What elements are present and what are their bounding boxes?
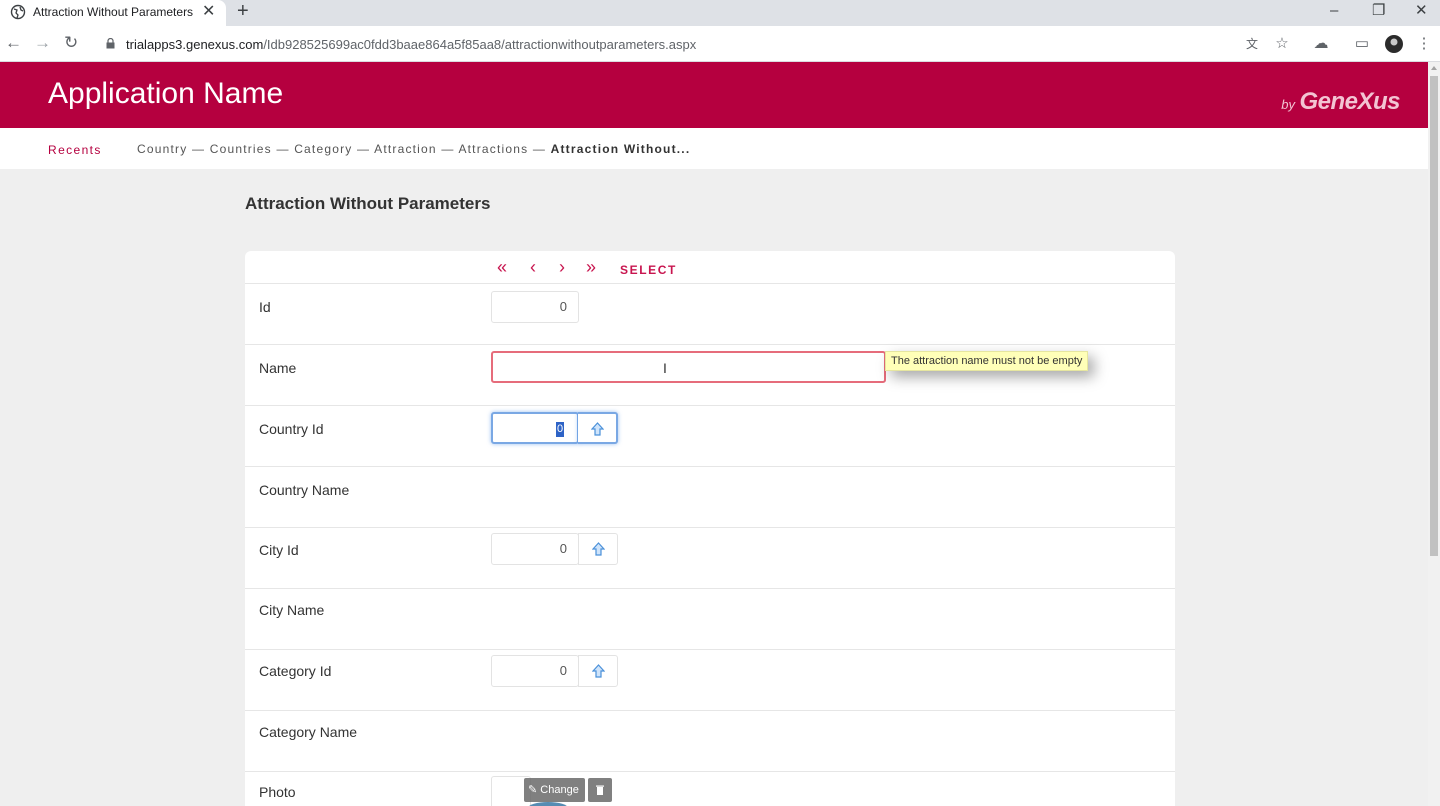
prompt-arrow-icon bbox=[592, 664, 605, 678]
country-id-input[interactable]: 0 bbox=[491, 412, 579, 444]
globe-icon bbox=[10, 4, 26, 20]
breadcrumb-current[interactable]: Attraction Without... bbox=[551, 142, 691, 156]
cast-icon[interactable]: ▭ bbox=[1352, 34, 1372, 54]
url-text: trialapps3.genexus.com/Idb928525699ac0fd… bbox=[126, 37, 696, 52]
row-category-name: Category Name bbox=[245, 711, 1175, 772]
country-prompt-button[interactable] bbox=[578, 412, 618, 444]
browser-toolbar: ← → ↻ trialapps3.genexus.com/Idb92852569… bbox=[0, 26, 1440, 62]
row-city-id: City Id 0 bbox=[245, 528, 1175, 589]
breadcrumb-separator: — bbox=[191, 142, 206, 156]
breadcrumb-countries[interactable]: Countries bbox=[210, 142, 272, 156]
browser-tab[interactable]: Attraction Without Parameters ✕ bbox=[0, 0, 226, 26]
city-prompt-button[interactable] bbox=[578, 533, 618, 565]
change-photo-label: Change bbox=[540, 784, 579, 796]
text-cursor-icon: I bbox=[663, 360, 667, 376]
trash-icon bbox=[596, 785, 604, 795]
breadcrumb-separator: — bbox=[357, 142, 371, 156]
photo-label: Photo bbox=[259, 784, 296, 800]
forward-icon[interactable]: → bbox=[34, 33, 51, 53]
breadcrumb-separator: — bbox=[276, 142, 290, 156]
row-id: Id 0 bbox=[245, 284, 1175, 345]
first-record-button[interactable]: « bbox=[497, 257, 507, 277]
next-record-button[interactable]: › bbox=[559, 257, 565, 277]
app-title: Application Name bbox=[48, 77, 284, 110]
last-record-button[interactable]: » bbox=[586, 257, 596, 277]
page-title: Attraction Without Parameters bbox=[245, 194, 491, 213]
window-close-icon[interactable]: ✕ bbox=[1415, 1, 1428, 21]
row-name: Name I The attraction name must not be e… bbox=[245, 345, 1175, 406]
recents-bar: Recents Country — Countries — Category —… bbox=[0, 128, 1428, 169]
back-icon[interactable]: ← bbox=[5, 33, 22, 53]
city-id-input[interactable]: 0 bbox=[491, 533, 579, 565]
id-label: Id bbox=[259, 299, 271, 315]
photo-thumbnail bbox=[528, 802, 568, 806]
breadcrumb-separator: — bbox=[441, 142, 455, 156]
country-name-label: Country Name bbox=[259, 482, 350, 498]
delete-photo-button[interactable] bbox=[588, 778, 612, 802]
breadcrumb-attractions[interactable]: Attractions bbox=[458, 142, 528, 156]
breadcrumb-attraction[interactable]: Attraction bbox=[374, 142, 437, 156]
row-photo: Photo ✎ Change bbox=[245, 772, 1175, 806]
row-country-id: Country Id 0 bbox=[245, 406, 1175, 467]
url-host: trialapps3.genexus.com bbox=[126, 37, 264, 52]
prompt-arrow-icon bbox=[592, 542, 605, 556]
name-label: Name bbox=[259, 360, 297, 376]
new-tab-button[interactable]: + bbox=[237, 0, 249, 22]
star-icon[interactable]: ☆ bbox=[1272, 34, 1292, 54]
category-id-label: Category Id bbox=[259, 663, 332, 679]
category-prompt-button[interactable] bbox=[578, 655, 618, 687]
menu-icon[interactable]: ⋮ bbox=[1414, 34, 1434, 54]
name-input[interactable]: I bbox=[491, 351, 886, 383]
address-bar[interactable]: trialapps3.genexus.com/Idb928525699ac0fd… bbox=[98, 30, 1228, 58]
pencil-icon: ✎ bbox=[528, 784, 538, 796]
breadcrumb-country[interactable]: Country bbox=[137, 142, 187, 156]
record-navigation: « ‹ › » SELECT bbox=[245, 251, 1175, 284]
breadcrumb: Country — Countries — Category — Attract… bbox=[137, 142, 690, 156]
lock-icon bbox=[106, 38, 115, 49]
country-id-label: Country Id bbox=[259, 421, 324, 437]
reload-icon[interactable]: ↻ bbox=[64, 33, 78, 53]
url-path: /Idb928525699ac0fdd3baae864a5f85aa8/attr… bbox=[263, 37, 697, 52]
profile-avatar-icon[interactable] bbox=[1384, 34, 1404, 54]
page-scrollbar[interactable] bbox=[1428, 62, 1440, 806]
city-name-label: City Name bbox=[259, 602, 325, 618]
prompt-arrow-icon bbox=[591, 422, 604, 436]
country-id-selected-value: 0 bbox=[556, 422, 564, 438]
translate-icon[interactable]: 文 bbox=[1242, 34, 1262, 54]
name-error-tooltip: The attraction name must not be empty bbox=[885, 351, 1089, 371]
row-category-id: Category Id 0 bbox=[245, 650, 1175, 711]
recents-label: Recents bbox=[48, 143, 102, 157]
category-name-label: Category Name bbox=[259, 724, 358, 740]
restore-icon[interactable]: ❐ bbox=[1372, 1, 1385, 21]
select-button[interactable]: SELECT bbox=[620, 263, 677, 277]
scroll-up-arrow-icon[interactable] bbox=[1431, 66, 1437, 70]
city-id-label: City Id bbox=[259, 542, 299, 558]
breadcrumb-separator: — bbox=[532, 142, 547, 156]
previous-record-button[interactable]: ‹ bbox=[530, 257, 536, 277]
app-header: Application Name by GeneXus bbox=[0, 62, 1428, 128]
tab-title: Attraction Without Parameters bbox=[33, 5, 194, 19]
change-photo-button[interactable]: ✎ Change bbox=[524, 778, 585, 802]
genexus-logo: by GeneXus bbox=[1281, 88, 1400, 115]
row-country-name: Country Name bbox=[245, 467, 1175, 528]
category-id-input[interactable]: 0 bbox=[491, 655, 579, 687]
scroll-thumb[interactable] bbox=[1430, 76, 1438, 556]
form-card: « ‹ › » SELECT Id 0 Name I The attractio… bbox=[245, 251, 1175, 806]
minimize-icon[interactable]: – bbox=[1330, 1, 1338, 21]
cloud-icon[interactable]: ☁ bbox=[1311, 34, 1331, 54]
tab-close-icon[interactable]: ✕ bbox=[202, 2, 215, 22]
breadcrumb-category[interactable]: Category bbox=[294, 142, 352, 156]
browser-tab-strip: Attraction Without Parameters ✕ + – ❐ ✕ bbox=[0, 0, 1440, 26]
row-city-name: City Name bbox=[245, 589, 1175, 650]
id-input[interactable]: 0 bbox=[491, 291, 579, 323]
